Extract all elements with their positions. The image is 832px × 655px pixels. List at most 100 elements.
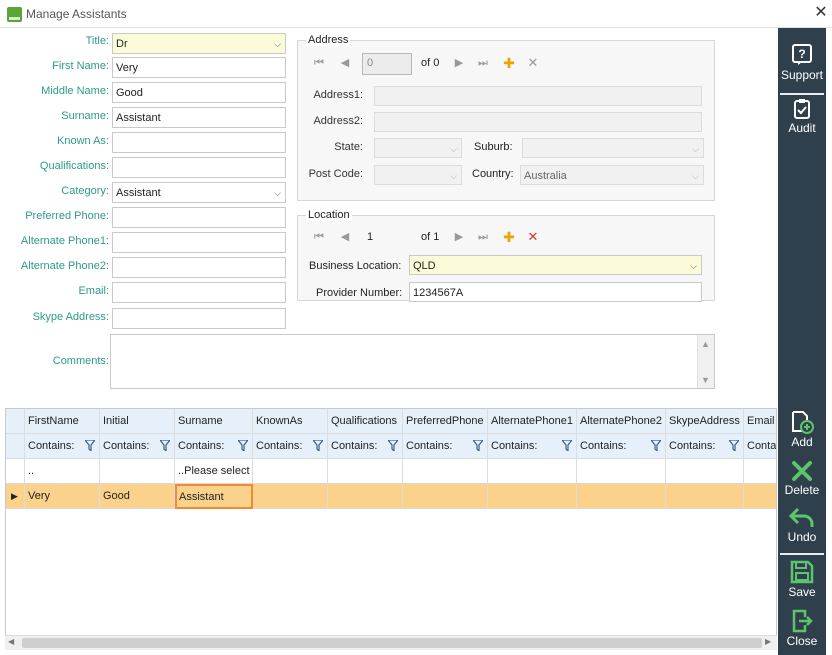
cell-skypeaddress[interactable] xyxy=(666,484,744,509)
cell-alternatephone1[interactable] xyxy=(488,484,577,509)
suburb-select[interactable]: ⌵ xyxy=(522,138,704,158)
location-position-field[interactable]: 1 xyxy=(362,227,412,249)
column-header-surname[interactable]: Surname xyxy=(175,409,253,434)
grid-new-row[interactable]: .. ..Please select xyxy=(6,459,776,484)
column-header-skypeaddress[interactable]: SkypeAddress xyxy=(666,409,744,434)
filter-cell[interactable]: Contains: xyxy=(666,434,744,459)
scroll-up-icon[interactable]: ▲ xyxy=(701,339,710,349)
middle-name-label: Middle Name: xyxy=(41,85,109,97)
chevron-down-icon: ⌵ xyxy=(690,261,697,271)
cell-email[interactable] xyxy=(744,459,776,484)
cell-qualifications[interactable] xyxy=(328,459,403,484)
preferred-phone-field[interactable] xyxy=(112,207,286,228)
filter-icon[interactable] xyxy=(651,440,661,451)
column-header-firstname[interactable]: FirstName xyxy=(25,409,100,434)
country-select[interactable]: Australia ⌵ xyxy=(520,165,704,185)
cell-initial[interactable] xyxy=(100,459,175,484)
undo-button[interactable]: Undo xyxy=(778,507,826,544)
category-select[interactable]: Assistant ⌵ xyxy=(112,182,286,203)
prev-record-icon[interactable]: ◀ xyxy=(338,56,352,70)
cell-surname[interactable]: ..Please select xyxy=(175,459,253,484)
filter-icon[interactable] xyxy=(388,440,398,451)
filter-cell[interactable]: Contains: xyxy=(100,434,175,459)
close-window-button[interactable]: ✕ xyxy=(812,4,830,22)
comments-scrollbar[interactable]: ▲ ▼ xyxy=(697,335,714,388)
save-button[interactable]: Save xyxy=(778,560,826,599)
scroll-right-icon[interactable]: ▶ xyxy=(765,637,771,646)
audit-button[interactable]: Audit xyxy=(778,98,826,135)
cell-initial[interactable]: Good xyxy=(100,484,175,509)
filter-icon[interactable] xyxy=(85,440,95,451)
filter-cell[interactable]: Contains: xyxy=(577,434,666,459)
add-button[interactable]: Add xyxy=(778,410,826,449)
last-record-icon[interactable]: ⏭ xyxy=(476,56,490,70)
delete-record-icon[interactable]: ✕ xyxy=(526,230,540,244)
scroll-left-icon[interactable]: ◀ xyxy=(8,637,14,646)
first-record-icon[interactable]: ⏮ xyxy=(312,230,326,244)
next-record-icon[interactable]: ▶ xyxy=(452,56,466,70)
filter-icon[interactable] xyxy=(729,440,739,451)
filter-cell[interactable]: Contains: xyxy=(253,434,328,459)
delete-record-icon[interactable]: ✕ xyxy=(526,56,540,70)
cell-alternatephone1[interactable] xyxy=(488,459,577,484)
next-record-icon[interactable]: ▶ xyxy=(452,230,466,244)
cell-skypeaddress[interactable] xyxy=(666,459,744,484)
add-record-icon[interactable]: ✚ xyxy=(502,56,516,70)
column-header-alternatephone1[interactable]: AlternatePhone1 xyxy=(488,409,577,434)
filter-icon[interactable] xyxy=(473,440,483,451)
state-select[interactable]: ⌵ xyxy=(374,138,462,158)
alternate-phone1-field[interactable] xyxy=(112,232,286,253)
skype-field[interactable] xyxy=(112,308,286,329)
comments-textarea[interactable] xyxy=(110,334,715,389)
title-select[interactable]: Dr ⌵ xyxy=(112,33,286,54)
cell-surname[interactable]: Assistant xyxy=(175,484,253,509)
cell-preferredphone[interactable] xyxy=(403,484,488,509)
cell-firstname[interactable]: .. xyxy=(25,459,100,484)
support-button[interactable]: ? Support xyxy=(778,43,826,82)
filter-cell[interactable]: Contains: xyxy=(403,434,488,459)
email-field[interactable] xyxy=(112,282,286,303)
first-record-icon[interactable]: ⏮ xyxy=(312,56,326,70)
business-location-select[interactable]: QLD ⌵ xyxy=(409,255,702,275)
filter-icon[interactable] xyxy=(313,440,323,451)
last-record-icon[interactable]: ⏭ xyxy=(476,230,490,244)
filter-cell[interactable]: Contains: xyxy=(328,434,403,459)
filter-icon[interactable] xyxy=(562,440,572,451)
cell-qualifications[interactable] xyxy=(328,484,403,509)
address1-field[interactable] xyxy=(374,86,702,106)
filter-icon[interactable] xyxy=(160,440,170,451)
cell-preferredphone[interactable] xyxy=(403,459,488,484)
cell-knownas[interactable] xyxy=(253,459,328,484)
provider-number-field[interactable]: 1234567A xyxy=(409,282,702,302)
cell-firstname[interactable]: Very xyxy=(25,484,100,509)
add-record-icon[interactable]: ✚ xyxy=(502,230,516,244)
cell-knownas[interactable] xyxy=(253,484,328,509)
filter-cell[interactable]: Contains: xyxy=(175,434,253,459)
scroll-down-icon[interactable]: ▼ xyxy=(701,375,710,385)
column-header-preferredphone[interactable]: PreferredPhone xyxy=(403,409,488,434)
add-document-icon xyxy=(792,411,814,434)
filter-cell[interactable]: Contains: xyxy=(488,434,577,459)
table-row[interactable]: ▶ Very Good Assistant xyxy=(6,484,776,509)
column-header-alternatephone2[interactable]: AlternatePhone2 xyxy=(577,409,666,434)
skype-label: Skype Address: xyxy=(32,311,109,323)
close-button[interactable]: Close xyxy=(778,609,826,648)
column-header-email[interactable]: Email xyxy=(744,409,776,434)
filter-cell[interactable]: Contains: xyxy=(25,434,100,459)
column-header-initial[interactable]: Initial xyxy=(100,409,175,434)
cell-alternatephone2[interactable] xyxy=(577,484,666,509)
cell-email[interactable] xyxy=(744,484,776,509)
cell-alternatephone2[interactable] xyxy=(577,459,666,484)
column-header-knownas[interactable]: KnownAs xyxy=(253,409,328,434)
first-name-field[interactable]: Very xyxy=(112,57,286,78)
filter-icon[interactable] xyxy=(238,440,248,451)
column-header-qualifications[interactable]: Qualifications xyxy=(328,409,403,434)
address2-field[interactable] xyxy=(374,112,702,132)
delete-button[interactable]: Delete xyxy=(778,460,826,497)
alternate-phone2-field[interactable] xyxy=(112,257,286,278)
prev-record-icon[interactable]: ◀ xyxy=(338,230,352,244)
address-position-field[interactable]: 0 xyxy=(362,53,412,75)
filter-cell[interactable]: Contains: xyxy=(744,434,776,459)
postcode-select[interactable]: ⌵ xyxy=(374,165,462,185)
grid-scroll-thumb[interactable] xyxy=(22,638,762,648)
